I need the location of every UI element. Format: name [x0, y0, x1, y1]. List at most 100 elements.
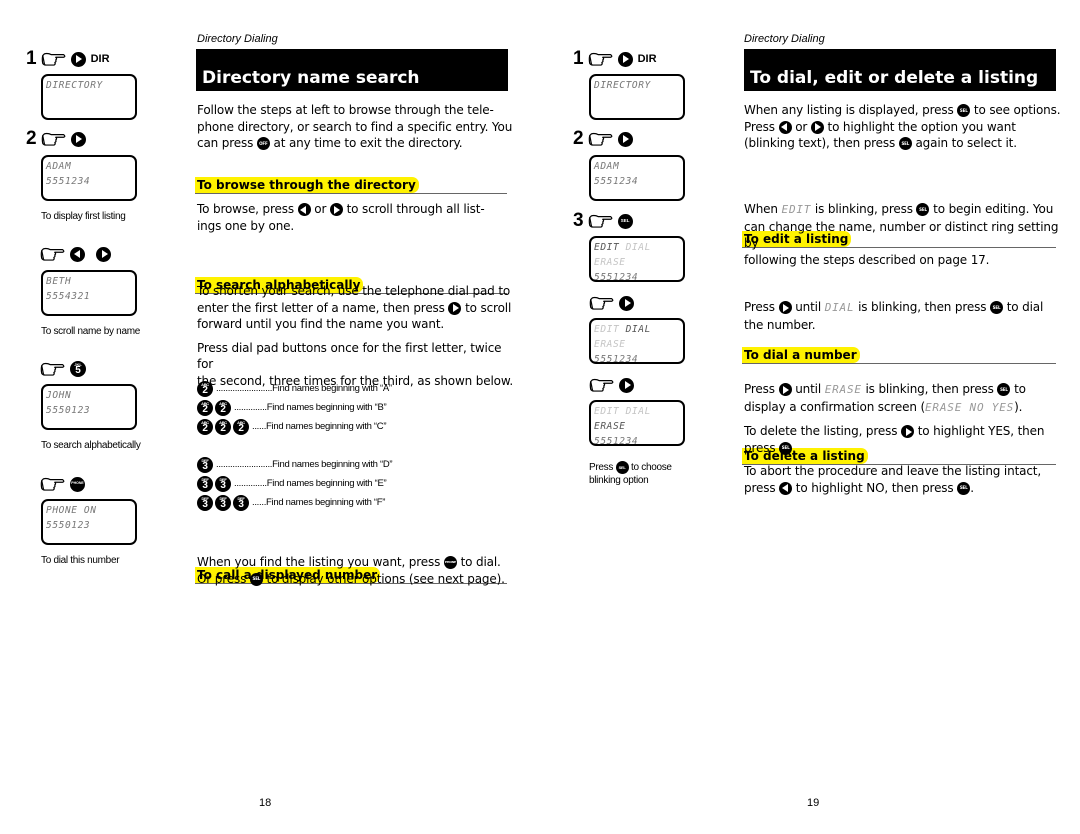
- subheading-dial: To dial a number: [742, 346, 1056, 364]
- sel-button-icon: SEL: [957, 104, 971, 117]
- page-title: To dial, edit or delete a listing: [744, 49, 1056, 91]
- pointing-hand-icon: [588, 131, 614, 147]
- right-arrow-button-icon: [96, 246, 111, 262]
- leader-dots: ..............: [234, 402, 267, 413]
- find-names-text: Find names beginning with “F”: [266, 497, 386, 508]
- find-names-row: ABC 2 ABC 2 ABC 2...... Find names beginning w…: [197, 417, 517, 436]
- find-names-row: DEF 3 DEF 3 DEF 3...... Find names beginning w…: [197, 493, 517, 512]
- lcd-display: BETH 5554321: [41, 270, 137, 316]
- lcd-line-2: 5551234: [594, 354, 639, 365]
- lcd-line-1: PHONE ON: [46, 505, 97, 516]
- dial-key-3-icon: DEF 3: [197, 494, 213, 511]
- lcd-option-edit: EDIT: [594, 324, 620, 335]
- dial-key-2-icon: ABC 2: [197, 380, 213, 397]
- delete-paragraph: Press until ERASE is blinking, then pres…: [744, 382, 1045, 495]
- lcd-word-dial: DIAL: [824, 301, 855, 314]
- right-arrow-button-icon: [778, 301, 792, 314]
- step-caption: To search alphabetically: [41, 440, 141, 451]
- sel-button-icon: SEL: [957, 481, 971, 495]
- lcd-line-1: DIRECTORY: [46, 80, 103, 91]
- leader-dots: ......: [252, 421, 267, 432]
- sel-button-icon: SEL: [779, 441, 793, 455]
- sel-button-icon: SEL: [617, 213, 633, 229]
- left-arrow-button-icon: [297, 203, 311, 216]
- leader-dots: ..............: [234, 478, 267, 489]
- left-arrow-button-icon: [779, 481, 793, 495]
- lcd-display: EDIT DIAL ERASE 5551234: [589, 318, 685, 365]
- dial-key-2-icon: ABC 2: [215, 399, 231, 416]
- left-step-scroll: [40, 243, 111, 265]
- right-arrow-button-icon: [448, 301, 462, 315]
- step-number: 3: [573, 210, 584, 231]
- lcd-option-dial: DIAL: [625, 324, 651, 335]
- right-arrow-button-icon: [778, 383, 792, 396]
- find-names-text: Find names beginning with “D”: [272, 459, 393, 470]
- pointing-hand-icon: [41, 131, 67, 147]
- dir-label: DIR: [637, 53, 657, 65]
- right-step-1: 1 DIR: [573, 48, 657, 70]
- right-step-3: 3 SEL: [573, 210, 633, 232]
- left-arrow-button-icon: [70, 246, 85, 262]
- lcd-display: EDIT DIAL ERASE 5551234: [589, 236, 685, 283]
- intro-paragraph: When any listing is displayed, press SEL…: [744, 103, 1061, 150]
- intro-line: phone directory, or search to find a spe…: [197, 119, 513, 134]
- right-arrow-button-icon: [617, 51, 633, 67]
- lcd-option-erase: ERASE: [594, 339, 626, 350]
- find-names-row: ABC 2........................ Find names b…: [197, 379, 517, 398]
- lcd-display: ADAM 5551234: [41, 155, 137, 201]
- find-names-row: DEF 3 DEF 3.............. Find names beginni…: [197, 474, 517, 493]
- lcd-word-erase: ERASE: [824, 383, 862, 396]
- pointing-hand-icon: [41, 51, 67, 67]
- page-number: 19: [807, 797, 820, 809]
- lcd-display: ADAM 5551234: [589, 155, 685, 201]
- call-paragraph: When you find the listing you want, pres…: [197, 555, 505, 586]
- pointing-hand-icon: [589, 377, 615, 393]
- pointing-hand-icon: [40, 246, 66, 262]
- page-title: Directory name search: [196, 49, 508, 91]
- lcd-line-2: 5550123: [46, 405, 91, 416]
- dial-key-2-icon: ABC 2: [215, 418, 231, 435]
- lcd-line-1: BETH: [46, 276, 72, 287]
- lcd-line-2: 5551234: [594, 176, 639, 187]
- find-names-list: ABC 2........................ Find names b…: [197, 379, 517, 512]
- find-names-text: Find names beginning with “E”: [266, 478, 387, 489]
- right-arrow-button-icon: [70, 51, 86, 67]
- intro-line: Follow the steps at left to browse throu…: [197, 103, 494, 117]
- right-arrow-button-icon: [619, 377, 634, 393]
- find-names-text: Find names beginning with “C”: [266, 421, 387, 432]
- lcd-option-erase: ERASE: [594, 421, 626, 432]
- section-label: Directory Dialing: [744, 33, 825, 45]
- lcd-line-1: JOHN: [46, 390, 72, 401]
- lcd-line-1: DIRECTORY: [594, 80, 651, 91]
- lcd-display: DIRECTORY: [41, 74, 137, 120]
- lcd-options-line: EDIT DIAL ERASE: [594, 240, 680, 270]
- lcd-option-erase: ERASE: [594, 257, 626, 268]
- lcd-line-2: 5551234: [46, 176, 91, 187]
- pointing-hand-icon: [588, 51, 614, 67]
- lcd-word-confirm: ERASE NO YES: [925, 400, 1015, 414]
- sel-button-icon: SEL: [990, 301, 1004, 314]
- right-arrow-button-icon: [329, 203, 343, 216]
- right-arrow-button-icon: [70, 131, 86, 147]
- dial-key-3-icon: DEF 3: [233, 494, 249, 511]
- left-step-1: 1 DIR: [26, 48, 110, 70]
- phone-button-icon: PHONE: [70, 476, 85, 492]
- edit-paragraph: When EDIT is blinking, press SEL to begi…: [744, 202, 1059, 267]
- right-step-4: [589, 292, 634, 314]
- section-label: Directory Dialing: [197, 33, 278, 45]
- left-step-key5: JKL 5: [40, 358, 86, 380]
- lcd-line-2: 5551234: [594, 272, 639, 283]
- pointing-hand-icon: [588, 213, 614, 229]
- off-button-icon: OFF: [256, 137, 270, 150]
- step-number: 2: [573, 128, 584, 149]
- dial-key-3-icon: DEF 3: [215, 475, 231, 492]
- step-caption: To dial this number: [41, 555, 120, 566]
- sel-button-icon: SEL: [249, 572, 263, 586]
- right-step-2: 2: [573, 128, 633, 150]
- dial-key-3-icon: DEF 3: [215, 494, 231, 511]
- find-names-row: DEF 3........................ Find names b…: [197, 455, 517, 474]
- left-step-2: 2: [26, 128, 86, 150]
- lcd-line-1: ADAM: [46, 161, 72, 172]
- lcd-line-2: 5554321: [46, 291, 91, 302]
- lcd-option-dial: DIAL: [625, 406, 651, 417]
